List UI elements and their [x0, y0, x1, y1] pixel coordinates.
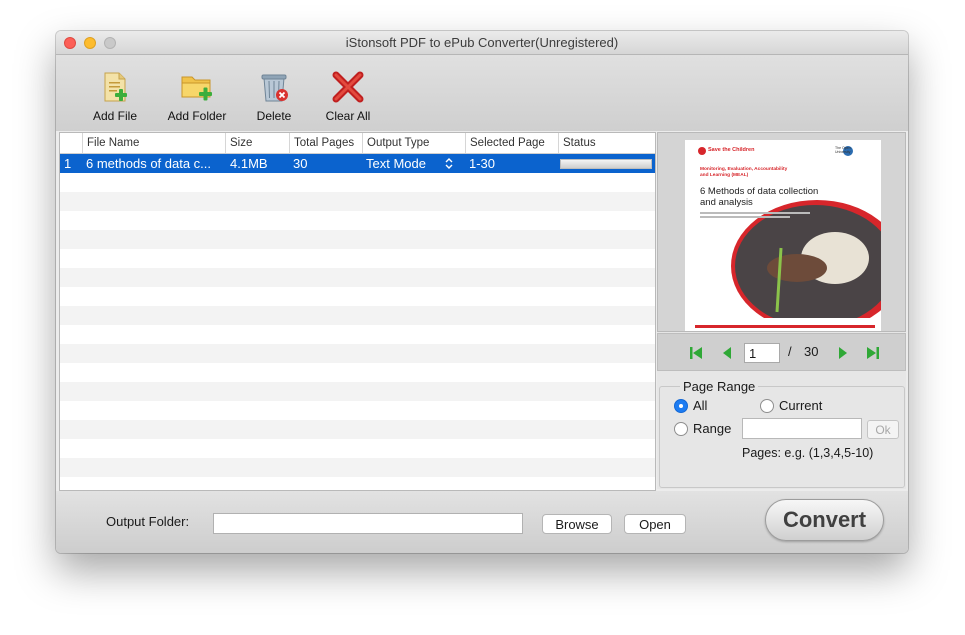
- preview-text-line: [700, 216, 790, 218]
- open-button[interactable]: Open: [624, 514, 686, 534]
- add-folder-label: Add Folder: [167, 109, 227, 123]
- table-row-empty: [60, 268, 655, 287]
- page-navigation: 1 / 30: [657, 333, 906, 371]
- row-status-progress: [560, 159, 652, 169]
- toolbar: Add File Add Folder Delete Clear All: [56, 55, 908, 131]
- table-row-empty: [60, 249, 655, 268]
- table-row-empty: [60, 211, 655, 230]
- table-row-empty: [60, 173, 655, 192]
- col-file-name[interactable]: File Name: [82, 133, 225, 153]
- total-pages: 30: [804, 344, 819, 359]
- file-table: File Name Size Total Pages Output Type S…: [59, 132, 656, 491]
- output-type-stepper-icon[interactable]: [444, 154, 458, 173]
- radio-range[interactable]: [674, 422, 688, 436]
- col-size[interactable]: Size: [225, 133, 289, 153]
- page-range-group: Page Range All Current Range Ok Pages: e…: [659, 379, 905, 488]
- table-body: 1 6 methods of data c... 4.1MB 30 Text M…: [60, 154, 655, 490]
- preview-org: Save the Children: [708, 147, 755, 153]
- next-page-icon[interactable]: [836, 346, 850, 360]
- add-file-icon: [97, 69, 133, 105]
- bottom-bar: Output Folder: Browse Open Convert: [56, 491, 908, 553]
- preview-university: The Open University: [835, 146, 851, 154]
- add-folder-button[interactable]: Add Folder: [167, 69, 227, 123]
- add-file-label: Add File: [92, 109, 138, 123]
- col-selected-page[interactable]: Selected Page: [465, 133, 558, 153]
- row-total-pages: 30: [293, 156, 308, 171]
- delete-label: Delete: [256, 109, 292, 123]
- table-row-empty: [60, 325, 655, 344]
- prev-page-icon[interactable]: [720, 346, 734, 360]
- table-row-empty: [60, 458, 655, 477]
- preview-panel: Save the Children The Open University Mo…: [657, 132, 906, 489]
- clear-all-button[interactable]: Clear All: [324, 69, 372, 123]
- table-row-empty: [60, 344, 655, 363]
- table-row[interactable]: 1 6 methods of data c... 4.1MB 30 Text M…: [60, 154, 655, 173]
- app-window: iStonsoft PDF to ePub Converter(Unregist…: [56, 31, 908, 553]
- preview-text-line: [700, 212, 810, 214]
- last-page-icon[interactable]: [866, 346, 880, 360]
- window-title: iStonsoft PDF to ePub Converter(Unregist…: [345, 35, 619, 50]
- page-range-title: Page Range: [680, 379, 759, 394]
- table-row-empty: [60, 363, 655, 382]
- table-row-empty: [60, 192, 655, 211]
- page-separator: /: [788, 344, 792, 359]
- table-row-empty: [60, 287, 655, 306]
- page-preview: Save the Children The Open University Mo…: [657, 132, 906, 332]
- current-page-input[interactable]: 1: [744, 343, 780, 363]
- first-page-icon[interactable]: [689, 346, 703, 360]
- col-status[interactable]: Status: [558, 133, 655, 153]
- table-row-empty: [60, 306, 655, 325]
- pages-hint: Pages: e.g. (1,3,4,5-10): [742, 446, 874, 460]
- table-row-empty: [60, 230, 655, 249]
- trash-icon: [256, 69, 292, 105]
- table-row-empty: [60, 401, 655, 420]
- pdf-page-thumbnail: Save the Children The Open University Mo…: [685, 140, 881, 331]
- output-folder-input[interactable]: [213, 513, 523, 534]
- delete-button[interactable]: Delete: [254, 69, 294, 123]
- browse-button[interactable]: Browse: [542, 514, 612, 534]
- row-index: 1: [64, 156, 72, 171]
- radio-range-label[interactable]: Range: [693, 421, 731, 436]
- range-input[interactable]: [742, 418, 862, 439]
- clear-x-icon: [330, 69, 366, 105]
- row-file-name: 6 methods of data c...: [86, 156, 212, 171]
- col-total-pages[interactable]: Total Pages: [289, 133, 362, 153]
- table-row-empty: [60, 477, 655, 490]
- radio-current[interactable]: [760, 399, 774, 413]
- col-output-type[interactable]: Output Type: [362, 133, 465, 153]
- add-file-button[interactable]: Add File: [92, 69, 138, 123]
- table-row-empty: [60, 439, 655, 458]
- table-header: File Name Size Total Pages Output Type S…: [60, 133, 655, 154]
- preview-subtitle: Monitoring, Evaluation, Accountability a…: [700, 167, 788, 178]
- table-row-empty: [60, 382, 655, 401]
- radio-all-label[interactable]: All: [693, 398, 707, 413]
- row-output-type[interactable]: Text Mode: [366, 154, 444, 173]
- convert-button[interactable]: Convert: [765, 499, 884, 541]
- range-ok-button[interactable]: Ok: [867, 420, 899, 439]
- preview-title: 6 Methods of data collection and analysi…: [700, 186, 819, 208]
- row-selected-page: 1-30: [469, 156, 496, 171]
- output-folder-label: Output Folder:: [106, 514, 190, 529]
- radio-all[interactable]: [674, 399, 688, 413]
- row-size: 4.1MB: [230, 156, 268, 171]
- title-bar: iStonsoft PDF to ePub Converter(Unregist…: [56, 31, 908, 55]
- add-folder-icon: [179, 69, 215, 105]
- clear-all-label: Clear All: [325, 109, 371, 123]
- radio-current-label[interactable]: Current: [779, 398, 822, 413]
- table-row-empty: [60, 420, 655, 439]
